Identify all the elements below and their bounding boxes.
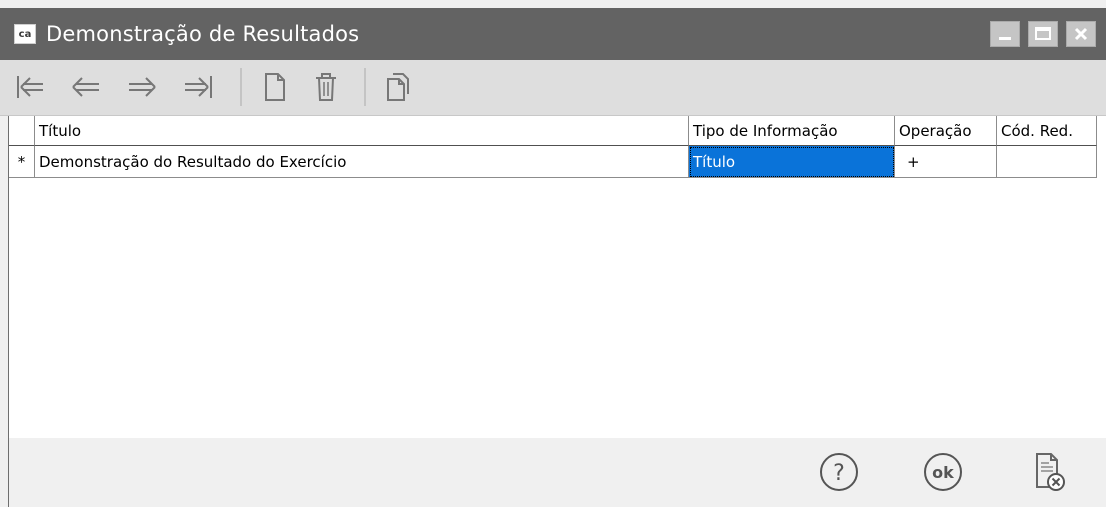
- previous-record-icon: [72, 77, 99, 97]
- delete-trash-icon: [316, 73, 336, 101]
- window-title: Demonstração de Resultados: [46, 22, 360, 46]
- window-controls: [990, 21, 1096, 47]
- maximize-icon: [1035, 27, 1051, 40]
- new-record-button[interactable]: [252, 66, 296, 108]
- cell-operacao[interactable]: +: [895, 146, 997, 178]
- window: ca Demonstração de Resultados Título Tip…: [0, 0, 1106, 507]
- app-icon: ca: [14, 24, 36, 44]
- svg-text:ok: ok: [932, 463, 954, 482]
- new-document-icon: [265, 73, 285, 101]
- minimize-icon: [999, 37, 1011, 40]
- title-bar[interactable]: ca Demonstração de Resultados: [0, 8, 1106, 60]
- row-indicator[interactable]: *: [9, 146, 35, 178]
- column-header-cod-red[interactable]: Cód. Red.: [997, 116, 1097, 146]
- help-icon: ?: [820, 453, 858, 491]
- copy-document-icon: [387, 73, 409, 101]
- svg-text:?: ?: [833, 461, 845, 486]
- maximize-button[interactable]: [1028, 21, 1058, 47]
- next-record-icon: [129, 77, 156, 97]
- ok-icon: ok: [924, 453, 962, 491]
- cancel-button[interactable]: [1027, 450, 1071, 494]
- close-icon: [1074, 27, 1088, 41]
- action-bar: ? ok: [8, 438, 1106, 507]
- toolbar-separator: [240, 68, 242, 106]
- column-header-tipo-informacao[interactable]: Tipo de Informação: [689, 116, 895, 146]
- cell-cod-red[interactable]: [997, 146, 1097, 178]
- last-record-button[interactable]: [176, 66, 220, 108]
- cancel-document-icon: [1036, 453, 1065, 491]
- toolbar-separator: [364, 68, 366, 106]
- last-record-icon: [185, 76, 212, 98]
- next-record-button[interactable]: [120, 66, 164, 108]
- cell-tipo-informacao-selected[interactable]: Título: [689, 146, 895, 178]
- minimize-button[interactable]: [990, 21, 1020, 47]
- results-grid[interactable]: Título Tipo de Informação Operação Cód. …: [8, 116, 1106, 438]
- first-record-icon: [17, 76, 43, 98]
- previous-record-button[interactable]: [64, 66, 108, 108]
- close-button[interactable]: [1066, 21, 1096, 47]
- ok-button[interactable]: ok: [921, 450, 965, 494]
- cell-titulo[interactable]: Demonstração do Resultado do Exercício: [35, 146, 689, 178]
- header-indicator-cell: [9, 116, 35, 146]
- first-record-button[interactable]: [8, 66, 52, 108]
- toolbar: [0, 60, 1106, 116]
- copy-record-button[interactable]: [376, 66, 420, 108]
- column-header-operacao[interactable]: Operação: [895, 116, 997, 146]
- left-frame: [0, 60, 8, 507]
- help-button[interactable]: ?: [817, 450, 861, 494]
- column-header-titulo[interactable]: Título: [35, 116, 689, 146]
- delete-record-button[interactable]: [304, 66, 348, 108]
